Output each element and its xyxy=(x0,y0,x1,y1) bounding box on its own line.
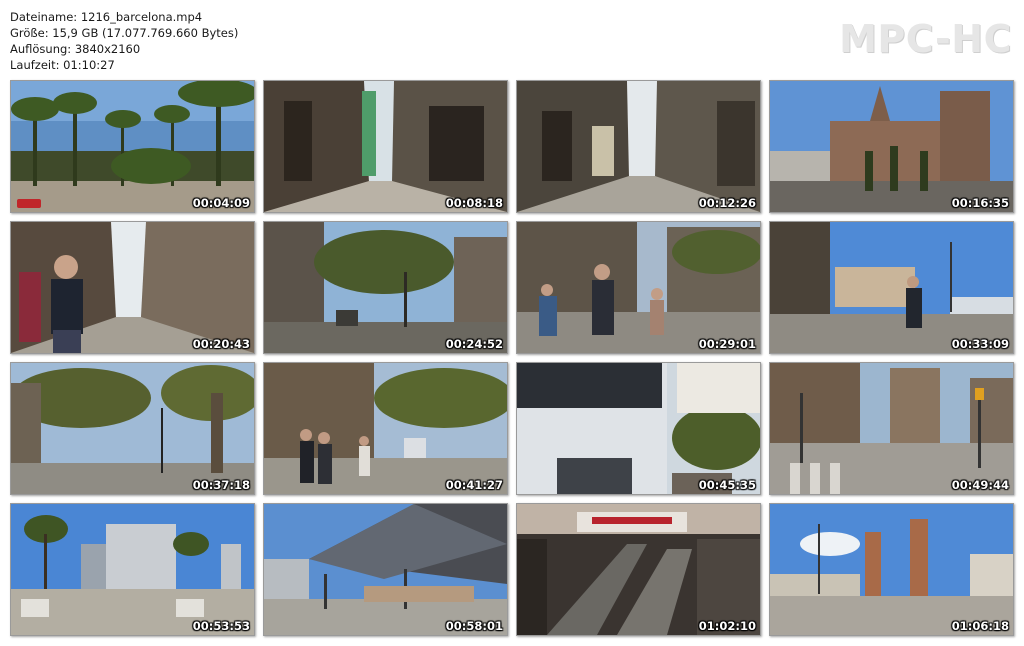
scene-mall-escalators xyxy=(517,504,760,635)
thumbnail-2[interactable]: 00:08:18 xyxy=(263,80,508,213)
file-name: Dateiname: 1216_barcelona.mp4 xyxy=(10,10,203,24)
scene-tree-avenue xyxy=(264,222,507,353)
thumbnail-3[interactable]: 00:12:26 xyxy=(516,80,761,213)
timestamp: 00:37:18 xyxy=(192,478,250,492)
timestamp: 00:33:09 xyxy=(951,337,1009,351)
timestamp: 00:53:53 xyxy=(192,619,250,633)
scene-boulevard-trees xyxy=(11,363,254,494)
scene-rambla-crowd xyxy=(264,363,507,494)
thumbnail-14[interactable]: 00:58:01 xyxy=(263,503,508,636)
scene-palm-promenade xyxy=(11,81,254,212)
timestamp: 00:08:18 xyxy=(445,196,503,210)
timestamp: 00:12:26 xyxy=(698,196,756,210)
file-duration: Laufzeit: 01:10:27 xyxy=(10,58,115,72)
thumbnail-11[interactable]: 00:45:35 xyxy=(516,362,761,495)
scene-street-people-walking xyxy=(517,222,760,353)
mpc-hc-logo: MPC-HC xyxy=(839,17,1012,61)
thumbnail-9[interactable]: 00:37:18 xyxy=(10,362,255,495)
timestamp: 00:49:44 xyxy=(951,478,1009,492)
scene-modern-plaza-hotel xyxy=(11,504,254,635)
thumbnail-1[interactable]: 00:04:09 xyxy=(10,80,255,213)
timestamp: 00:20:43 xyxy=(192,337,250,351)
thumbnail-16[interactable]: 01:06:18 xyxy=(769,503,1014,636)
scene-crosswalk-traffic-lights xyxy=(770,363,1013,494)
timestamp: 01:06:18 xyxy=(951,619,1009,633)
thumbnail-7[interactable]: 00:29:01 xyxy=(516,221,761,354)
thumbnail-grid: 00:04:09 00:08:18 00:12:26 00:16:35 00:2… xyxy=(10,80,1014,636)
thumbnail-15[interactable]: 01:02:10 xyxy=(516,503,761,636)
thumbnail-6[interactable]: 00:24:52 xyxy=(263,221,508,354)
timestamp: 00:04:09 xyxy=(192,196,250,210)
timestamp: 00:24:52 xyxy=(445,337,503,351)
timestamp: 00:29:01 xyxy=(698,337,756,351)
file-info: Dateiname: 1216_barcelona.mp4 Größe: 15,… xyxy=(10,9,238,73)
scene-narrow-street-scaffold xyxy=(264,81,507,212)
thumbnail-5[interactable]: 00:20:43 xyxy=(10,221,255,354)
timestamp: 01:02:10 xyxy=(698,619,756,633)
thumbnail-8[interactable]: 00:33:09 xyxy=(769,221,1014,354)
timestamp: 00:45:35 xyxy=(698,478,756,492)
file-resolution: Auflösung: 3840x2160 xyxy=(10,42,141,56)
thumbnail-10[interactable]: 00:41:27 xyxy=(263,362,508,495)
scene-venetian-towers xyxy=(770,504,1013,635)
scene-canopy-market xyxy=(264,504,507,635)
timestamp: 00:16:35 xyxy=(951,196,1009,210)
file-size: Größe: 15,9 GB (17.077.769.660 Bytes) xyxy=(10,26,239,40)
timestamp: 00:41:27 xyxy=(445,478,503,492)
thumbnail-13[interactable]: 00:53:53 xyxy=(10,503,255,636)
timestamp: 00:58:01 xyxy=(445,619,503,633)
scene-narrow-street-shops xyxy=(517,81,760,212)
scene-plaza-bus xyxy=(770,222,1013,353)
scene-cathedral-facade xyxy=(770,81,1013,212)
thumbnail-4[interactable]: 00:16:35 xyxy=(769,80,1014,213)
thumbnail-12[interactable]: 00:49:44 xyxy=(769,362,1014,495)
scene-bus-side-closeup xyxy=(517,363,760,494)
scene-street-pedestrian-mask xyxy=(11,222,254,353)
